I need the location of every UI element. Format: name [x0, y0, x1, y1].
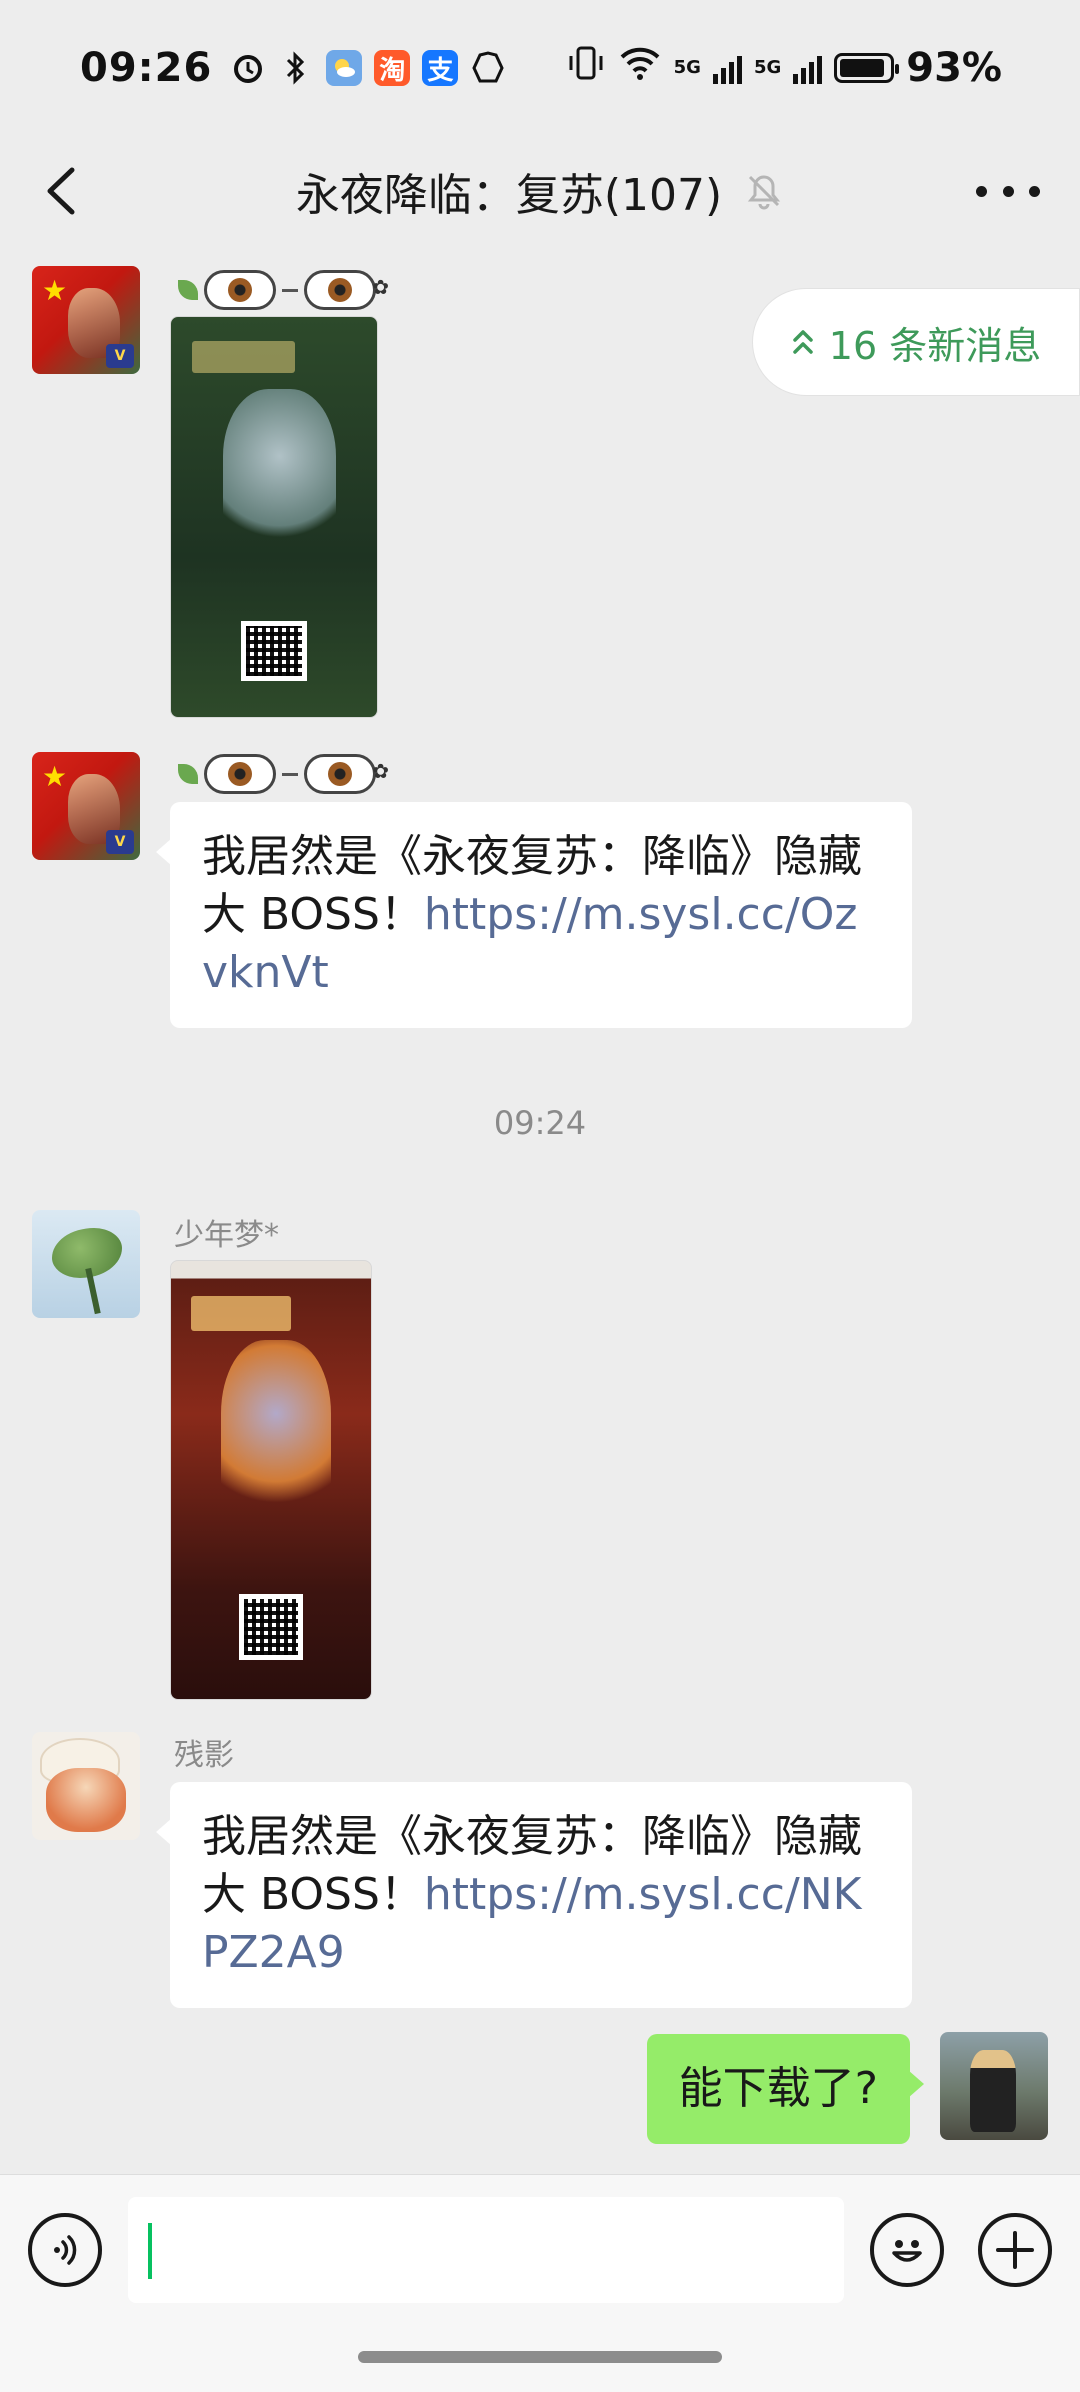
alipay-app-icon: 支 [422, 50, 459, 86]
text-caret [148, 2223, 152, 2279]
image-message-poster[interactable] [170, 316, 378, 718]
sender-avatar[interactable]: ★ V [32, 752, 140, 860]
poster-figure [222, 389, 336, 557]
double-chevron-up-icon [793, 330, 813, 354]
status-bar: 09:26 淘 支 5G 5G 93% [0, 0, 1080, 136]
home-indicator[interactable] [358, 2351, 722, 2363]
text-message-bubble[interactable]: 我居然是《永夜复苏：降临》隐藏大 BOSS！https://m.sysl.cc/… [156, 1782, 912, 2008]
sprout-icon [178, 280, 198, 300]
more-dot-icon [1029, 185, 1040, 197]
eye-icon [204, 754, 276, 794]
qr-code-icon [239, 1593, 303, 1660]
sender-avatar[interactable]: ★ V [32, 266, 140, 374]
poster-figure [221, 1339, 331, 1524]
sender-emoji-name: ✿ [178, 268, 389, 312]
more-dot-icon [976, 185, 987, 197]
my-avatar[interactable] [940, 2032, 1048, 2140]
vibrate-icon [566, 44, 606, 92]
more-functions-button[interactable] [978, 2213, 1052, 2287]
avatar-hair [46, 1768, 126, 1832]
more-options-button[interactable] [976, 166, 1040, 216]
taobao-app-icon: 淘 [374, 50, 411, 86]
star-icon: ★ [42, 760, 68, 793]
sender-name: 残影 [174, 1738, 234, 1773]
my-message-bubble[interactable]: 能下载了? [646, 2034, 925, 2144]
signal-strength-icon [712, 52, 742, 84]
mute-bell-icon [748, 175, 781, 210]
weather-app-icon [326, 50, 363, 86]
text-message-bubble[interactable]: 我居然是《永夜复苏：降临》隐藏大 BOSS！https://m.sysl.cc/… [156, 802, 912, 1028]
sender-emoji-name: ✿ [178, 752, 389, 796]
eye-icon [204, 270, 276, 310]
signal-strength-icon-2 [793, 52, 823, 84]
sender-avatar[interactable] [32, 1210, 140, 1318]
network-type-label-2: 5G [753, 57, 782, 78]
voice-icon [54, 2235, 77, 2265]
status-time: 09:26 [80, 45, 213, 91]
chat-header: 永夜降临：复苏(107) [0, 136, 1080, 246]
gesture-icon [470, 50, 506, 86]
sprout-icon [178, 764, 198, 784]
new-messages-label: 16 条新消息 [828, 323, 1042, 368]
alarm-icon [230, 50, 266, 86]
qr-code-icon [241, 621, 307, 681]
message-input[interactable] [128, 2197, 844, 2303]
wifi-icon [618, 45, 662, 91]
more-dot-icon [1002, 185, 1014, 197]
back-button[interactable] [38, 164, 88, 218]
dash-glyph [282, 288, 298, 292]
avatar-child-figure [970, 2050, 1016, 2132]
vip-badge: V [106, 344, 134, 368]
emoji-button[interactable] [870, 2213, 944, 2287]
message-list[interactable]: ★ V ✿ ★ V ✿ 我居然是《永夜复苏：降临》隐藏大 BOSS！https:… [0, 246, 1080, 2174]
voice-input-button[interactable] [28, 2213, 102, 2287]
eye-paw-icon: ✿ [304, 270, 389, 310]
new-messages-button[interactable]: 16 条新消息 [752, 288, 1080, 396]
bluetooth-icon [278, 50, 314, 86]
chat-title: 永夜降临：复苏(107) [295, 170, 723, 221]
vip-badge: V [106, 830, 134, 854]
star-icon: ★ [42, 274, 68, 307]
poster-title-strip [191, 1296, 291, 1332]
eye-paw-icon: ✿ [304, 754, 389, 794]
image-message-poster[interactable] [170, 1260, 372, 1700]
input-bar [0, 2174, 1080, 2392]
dash-glyph [282, 772, 298, 776]
chevron-left-icon [47, 167, 75, 215]
battery-icon [834, 53, 900, 83]
sender-avatar[interactable] [32, 1732, 140, 1840]
battery-percent: 93% [906, 45, 1002, 91]
message-timestamp: 09:24 [493, 1104, 587, 1142]
poster-title-strip [191, 341, 295, 373]
plus-icon [996, 2231, 1034, 2269]
emoji-icon [892, 2240, 922, 2262]
network-type-label: 5G [673, 57, 701, 78]
sender-name: 少年梦* [174, 1218, 279, 1253]
